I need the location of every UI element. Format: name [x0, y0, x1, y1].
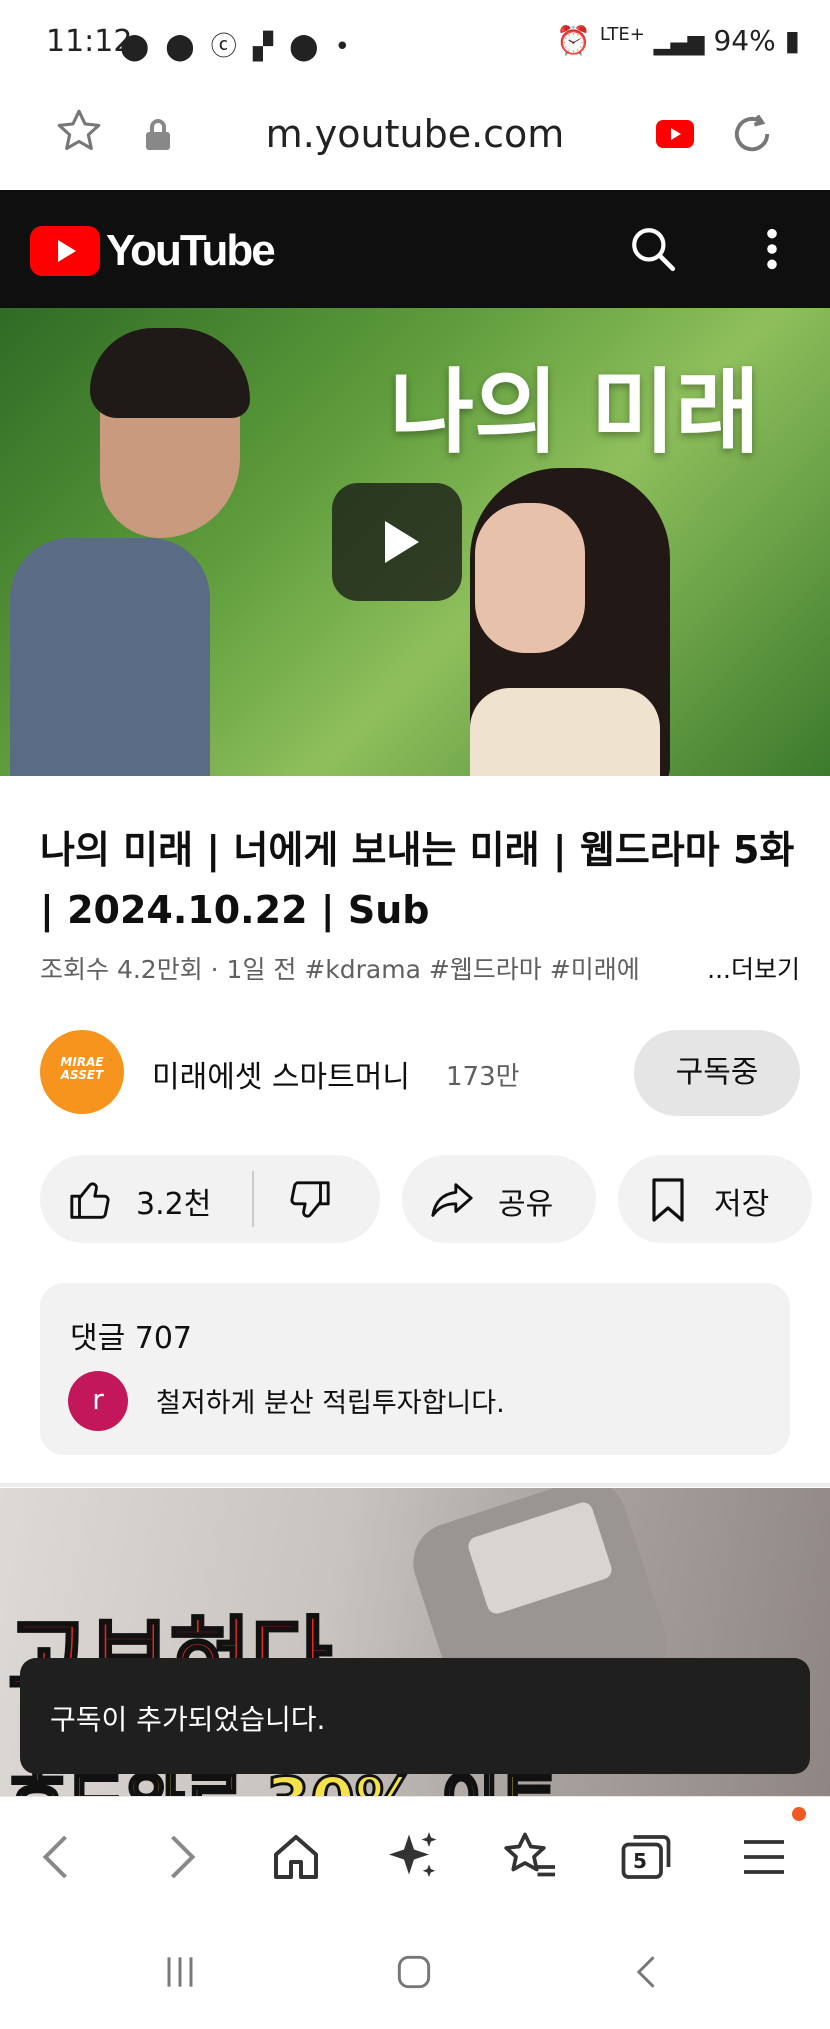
- thumbs-up-icon: [70, 1182, 110, 1219]
- video-overlay-title: 나의 미래: [389, 359, 760, 466]
- youtube-app-icon[interactable]: [656, 120, 694, 148]
- recent-apps-icon[interactable]: [158, 1950, 202, 1994]
- share-icon: [431, 1183, 473, 1217]
- video-player[interactable]: 나의 미래: [0, 308, 830, 776]
- video-meta-text: 조회수 4.2만회 · 1일 전 #kdrama #웹드라마 #미래에: [40, 955, 640, 984]
- youtube-header: YouTube: [0, 190, 830, 308]
- comment-text: 철저하게 분산 적립투자합니다.: [156, 1388, 505, 1419]
- play-icon: [385, 521, 419, 563]
- home-icon[interactable]: [266, 1827, 326, 1887]
- home-nav-icon[interactable]: [392, 1950, 436, 1994]
- toast-text: 구독이 추가되었습니다.: [50, 1703, 326, 1736]
- video-meta[interactable]: 조회수 4.2만회 · 1일 전 #kdrama #웹드라마 #미래에 ...더…: [40, 950, 800, 986]
- browser-address-bar: m.youtube.com: [0, 90, 830, 190]
- bookmarks-star-icon[interactable]: [500, 1827, 560, 1887]
- share-label: 공유: [498, 1187, 554, 1222]
- like-count: 3.2천: [136, 1187, 212, 1222]
- more-button[interactable]: ...더보기: [693, 950, 800, 986]
- comments-panel[interactable]: 댓글 707 r 철저하게 분산 적립투자합니다.: [40, 1283, 790, 1455]
- like-dislike-pill: 3.2천: [40, 1155, 380, 1243]
- more-vert-icon[interactable]: [760, 226, 784, 272]
- dislike-button[interactable]: [254, 1155, 380, 1243]
- share-button[interactable]: 공유: [402, 1155, 596, 1243]
- forward-arrow-icon[interactable]: [150, 1827, 210, 1887]
- person-hair: [90, 328, 250, 418]
- channel-name[interactable]: 미래에셋 스마트머니: [152, 1052, 410, 1096]
- status-right: ⏰ LTE+ ▂▄▆ 94% ▮: [556, 24, 800, 57]
- channel-subscribers: 173만: [446, 1062, 520, 1092]
- battery-level: 94%: [713, 24, 776, 57]
- status-bar: 11:12 ⬤ ⬤ ⓒ ▞ ⬤ • ⏰ LTE+ ▂▄▆ 94% ▮: [0, 0, 830, 90]
- youtube-logo-text: YouTube: [106, 226, 276, 275]
- channel-avatar-text: MIRAE ASSET: [60, 1055, 104, 1082]
- thumbs-down-icon: [290, 1181, 330, 1218]
- search-icon[interactable]: [628, 224, 678, 274]
- notification-dot: [792, 1807, 806, 1821]
- battery-icon: ▮: [784, 24, 800, 57]
- toast-message: 구독이 추가되었습니다.: [20, 1658, 810, 1774]
- like-button[interactable]: 3.2천: [40, 1155, 250, 1243]
- reload-icon[interactable]: [726, 108, 778, 160]
- play-button[interactable]: [332, 483, 462, 601]
- save-button[interactable]: 저장: [618, 1155, 812, 1243]
- tab-count: 5: [633, 1849, 647, 1873]
- video-title[interactable]: 나의 미래 | 너에게 보내는 미래 | 웹드라마 5화 | 2024.10.2…: [40, 820, 800, 940]
- subscribed-button[interactable]: 구독중: [634, 1030, 800, 1116]
- save-label: 저장: [714, 1187, 770, 1222]
- network-label: LTE+: [599, 24, 645, 45]
- bookmark-icon: [652, 1178, 684, 1222]
- commenter-avatar: r: [68, 1371, 128, 1431]
- youtube-logo-icon: [30, 226, 100, 276]
- section-divider: [0, 1483, 830, 1487]
- notification-icons: ⬤ ⬤ ⓒ ▞ ⬤ •: [120, 32, 354, 62]
- person-shape: [10, 538, 210, 776]
- person-face-2: [475, 503, 585, 653]
- sparkle-ai-icon[interactable]: [384, 1827, 444, 1887]
- comments-header: 댓글 707: [70, 1321, 192, 1356]
- channel-avatar[interactable]: MIRAE ASSET: [40, 1030, 124, 1114]
- back-nav-icon[interactable]: [626, 1950, 670, 1994]
- alarm-icon: ⏰: [556, 24, 591, 57]
- menu-button[interactable]: [734, 1807, 806, 1887]
- system-navigation-bar: [0, 1914, 830, 2029]
- browser-toolbar: 5: [0, 1796, 830, 1915]
- signal-icon: ▂▄▆: [653, 31, 705, 56]
- hamburger-menu-icon: [744, 1840, 784, 1874]
- url-text[interactable]: m.youtube.com: [0, 112, 830, 156]
- back-arrow-icon[interactable]: [28, 1827, 88, 1887]
- channel-row: MIRAE ASSET 미래에셋 스마트머니 173만 구독중: [40, 1030, 800, 1116]
- person-shirt-2: [470, 688, 660, 776]
- tabs-button[interactable]: 5: [616, 1827, 676, 1887]
